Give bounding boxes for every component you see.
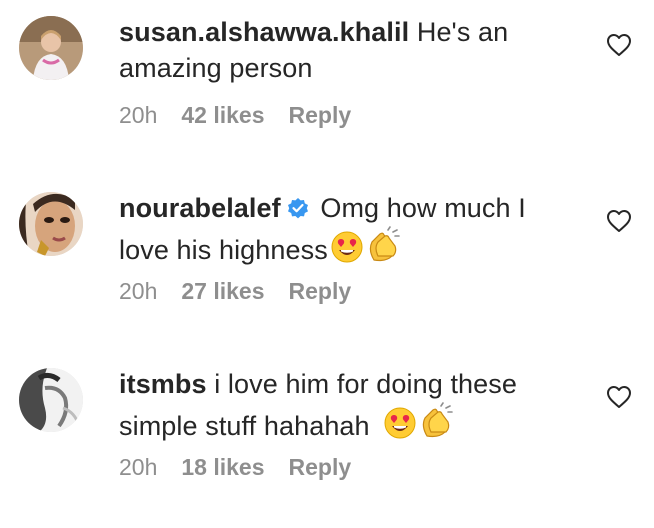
comment-time[interactable]: 20h bbox=[119, 278, 157, 308]
reply-button[interactable]: Reply bbox=[289, 454, 352, 484]
heart-eyes-emoji bbox=[384, 407, 416, 439]
clapping-hands-emoji bbox=[369, 226, 400, 262]
comment-username[interactable]: nourabelalef bbox=[119, 193, 281, 223]
avatar[interactable] bbox=[19, 16, 83, 80]
comment-meta: 20h 27 likes Reply bbox=[119, 278, 375, 308]
comment-likes[interactable]: 18 likes bbox=[181, 454, 264, 484]
avatar-photo-icon bbox=[19, 16, 83, 80]
comment-item: itsmbs i love him for doing these simple… bbox=[0, 352, 654, 528]
avatar[interactable] bbox=[19, 192, 83, 256]
comment-item: nourabelalef Omg how much I love his hig… bbox=[0, 176, 654, 352]
avatar-photo-icon bbox=[19, 368, 83, 432]
comment-username[interactable]: itsmbs bbox=[119, 369, 207, 399]
comment-item: susan.alshawwa.khalil He's an amazing pe… bbox=[0, 0, 654, 176]
heart-outline-icon[interactable] bbox=[606, 33, 632, 57]
reply-button[interactable]: Reply bbox=[289, 102, 352, 132]
comment-text-block: itsmbs i love him for doing these simple… bbox=[119, 366, 579, 444]
heart-outline-icon[interactable] bbox=[606, 385, 632, 409]
comment-time[interactable]: 20h bbox=[119, 102, 157, 132]
reply-button[interactable]: Reply bbox=[289, 278, 352, 308]
comment-meta: 20h 18 likes Reply bbox=[119, 454, 375, 484]
heart-outline-icon[interactable] bbox=[606, 209, 632, 233]
avatar-photo-icon bbox=[19, 192, 83, 256]
clapping-hands-emoji bbox=[423, 402, 454, 438]
comment-likes[interactable]: 27 likes bbox=[181, 278, 264, 308]
comment-text-block: nourabelalef Omg how much I love his hig… bbox=[119, 190, 579, 268]
verified-badge-icon bbox=[287, 198, 308, 219]
comment-likes[interactable]: 42 likes bbox=[181, 102, 264, 132]
comment-time[interactable]: 20h bbox=[119, 454, 157, 484]
comment-username[interactable]: susan.alshawwa.khalil bbox=[119, 17, 409, 47]
avatar[interactable] bbox=[19, 368, 83, 432]
comment-text-block: susan.alshawwa.khalil He's an amazing pe… bbox=[119, 14, 579, 86]
comment-meta: 20h 42 likes Reply bbox=[119, 102, 375, 132]
heart-eyes-emoji bbox=[331, 231, 363, 263]
